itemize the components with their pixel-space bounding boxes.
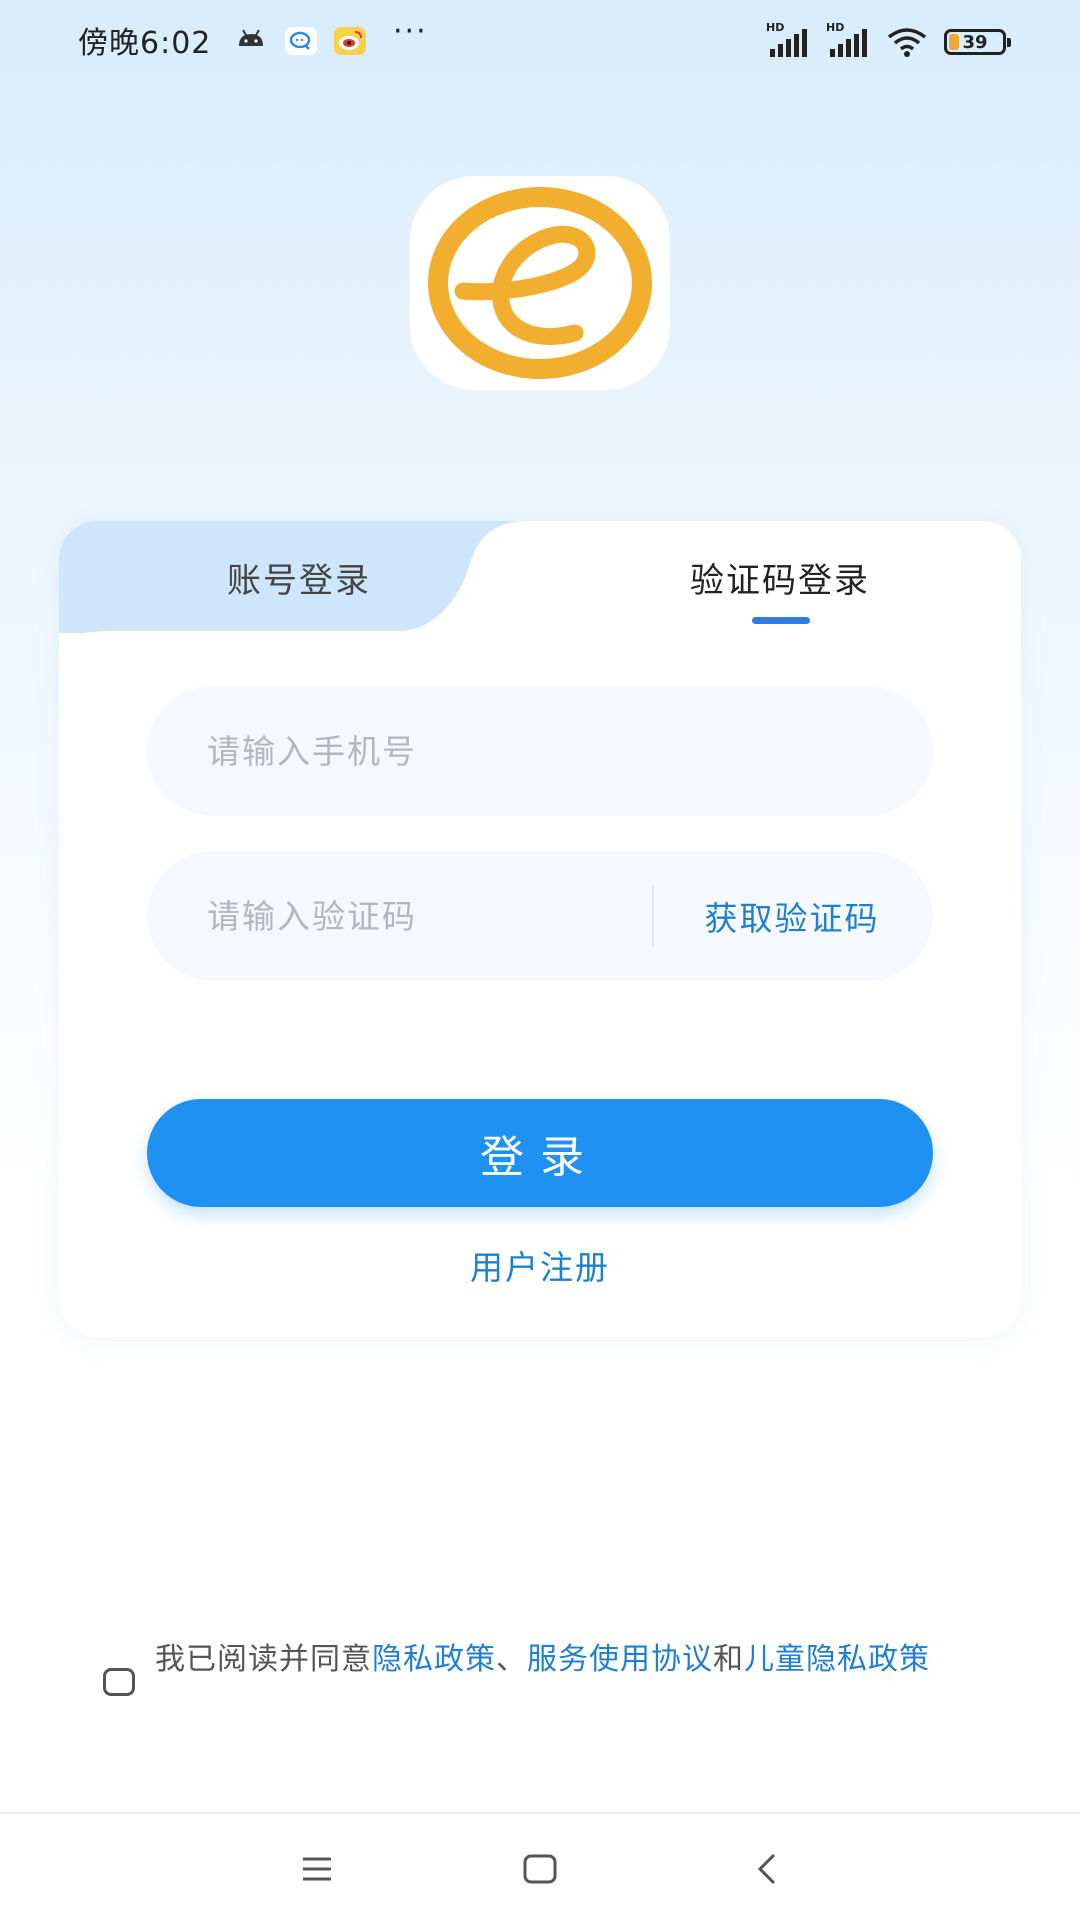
code-field-container: 获取验证码 [147, 851, 933, 981]
app-logo [410, 176, 670, 390]
get-code-button[interactable]: 获取验证码 [677, 851, 907, 981]
privacy-policy-link[interactable]: 隐私政策 [372, 1642, 496, 1677]
chat-bubble-icon [285, 27, 317, 55]
login-button[interactable]: 登录 [147, 1099, 933, 1207]
weibo-icon [334, 27, 366, 55]
signal-hd-label: HD [766, 21, 785, 34]
tab-account-login[interactable]: 账号登录 [59, 521, 539, 633]
battery-level: 39 [962, 31, 988, 53]
system-nav-bar [0, 1812, 1080, 1922]
code-divider [652, 886, 654, 946]
login-card: 账号登录 验证码登录 获取验证码 登录 用户注册 [59, 521, 1021, 1337]
register-link[interactable]: 用户注册 [59, 1241, 1021, 1289]
agreement-text: 我已阅读并同意隐私政策、服务使用协议和儿童隐私政策 [155, 1640, 983, 1680]
back-icon [757, 1853, 776, 1885]
agreement-row: 我已阅读并同意隐私政策、服务使用协议和儿童隐私政策 [103, 1640, 983, 1696]
home-icon [523, 1854, 557, 1884]
tab-code-label: 验证码登录 [690, 560, 870, 601]
phone-input[interactable] [207, 686, 887, 816]
menu-button[interactable] [277, 1834, 357, 1904]
agreement-and: 和 [713, 1642, 744, 1677]
back-button[interactable] [728, 1834, 808, 1904]
signal-hd-label-2: HD [826, 21, 845, 34]
android-icon [239, 29, 263, 46]
status-right-icons: HD HD 39 [766, 21, 1011, 62]
status-time: 傍晚6:02 [78, 26, 212, 61]
menu-icon [303, 1857, 331, 1881]
phone-field-container [147, 686, 933, 816]
signal-icon: HD [766, 21, 810, 59]
agreement-checkbox[interactable] [103, 1668, 135, 1696]
agreement-prefix: 我已阅读并同意 [155, 1642, 372, 1677]
child-privacy-link[interactable]: 儿童隐私政策 [744, 1642, 930, 1677]
battery-icon: 39 [944, 29, 1011, 55]
elephant-e-logo [428, 187, 652, 379]
service-agreement-link[interactable]: 服务使用协议 [527, 1642, 713, 1677]
home-button[interactable] [500, 1834, 580, 1904]
agreement-separator: 、 [496, 1642, 527, 1677]
status-bar: 傍晚6:02 ··· HD HD 39 [0, 0, 1080, 80]
status-more: ··· [393, 14, 428, 49]
wifi-icon [887, 28, 927, 57]
signal-icon-2: HD [826, 21, 870, 59]
code-input[interactable] [207, 851, 627, 981]
tab-account-label: 账号登录 [227, 560, 371, 601]
tab-active-indicator [752, 617, 810, 624]
